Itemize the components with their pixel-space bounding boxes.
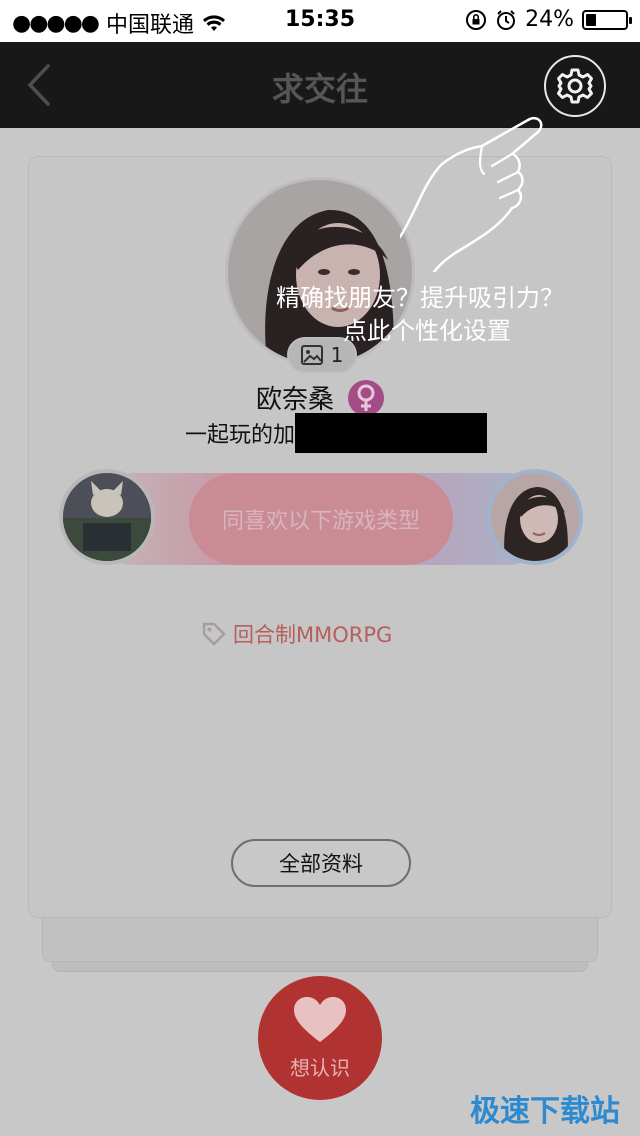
pointing-hand-icon xyxy=(400,116,543,272)
bio-text: 一起玩的加 xyxy=(185,423,296,448)
battery-icon xyxy=(582,9,632,30)
watermark: 极速下载站 xyxy=(470,1094,620,1129)
all-info-button[interactable]: 全部资料 xyxy=(231,839,411,887)
want-to-meet-label: 想认识 xyxy=(290,1055,350,1080)
image-icon xyxy=(300,345,323,365)
my-avatar xyxy=(59,469,155,565)
their-avatar xyxy=(487,469,583,565)
profile-content: 1 欧奈桑 一起玩的加 同喜欢以下游戏类型 回合制MMORPG 全部资料 想认识 xyxy=(0,128,640,1136)
tag-label: 回合制MMORPG xyxy=(233,623,393,647)
redacted-block xyxy=(295,413,488,453)
shared-interest-banner: 同喜欢以下游戏类型 xyxy=(59,469,583,569)
shared-interest-pill: 同喜欢以下游戏类型 xyxy=(189,473,453,565)
bio: 一起玩的加 xyxy=(185,413,488,453)
want-to-meet-button[interactable]: 想认识 xyxy=(258,976,382,1100)
game-tag: 回合制MMORPG xyxy=(201,619,392,649)
name-row: 欧奈桑 xyxy=(29,379,611,416)
orientation-lock-icon xyxy=(466,9,487,30)
tag-icon xyxy=(202,622,226,646)
status-bar: ●●●●● 中国联通 15:35 24% xyxy=(0,0,640,42)
heart-icon xyxy=(294,996,346,1042)
gear-icon xyxy=(557,68,593,104)
battery-percent: 24% xyxy=(525,7,574,32)
female-icon xyxy=(348,379,384,416)
settings-button[interactable] xyxy=(544,55,606,117)
hint-line-2: 点此个性化设置 xyxy=(343,317,511,345)
alarm-icon xyxy=(497,9,516,30)
hint-line-1: 精确找朋友？提升吸引力？ xyxy=(276,284,564,312)
settings-tutorial-hint: 精确找朋友？提升吸引力？ 点此个性化设置 xyxy=(276,282,564,348)
username: 欧奈桑 xyxy=(255,385,334,415)
